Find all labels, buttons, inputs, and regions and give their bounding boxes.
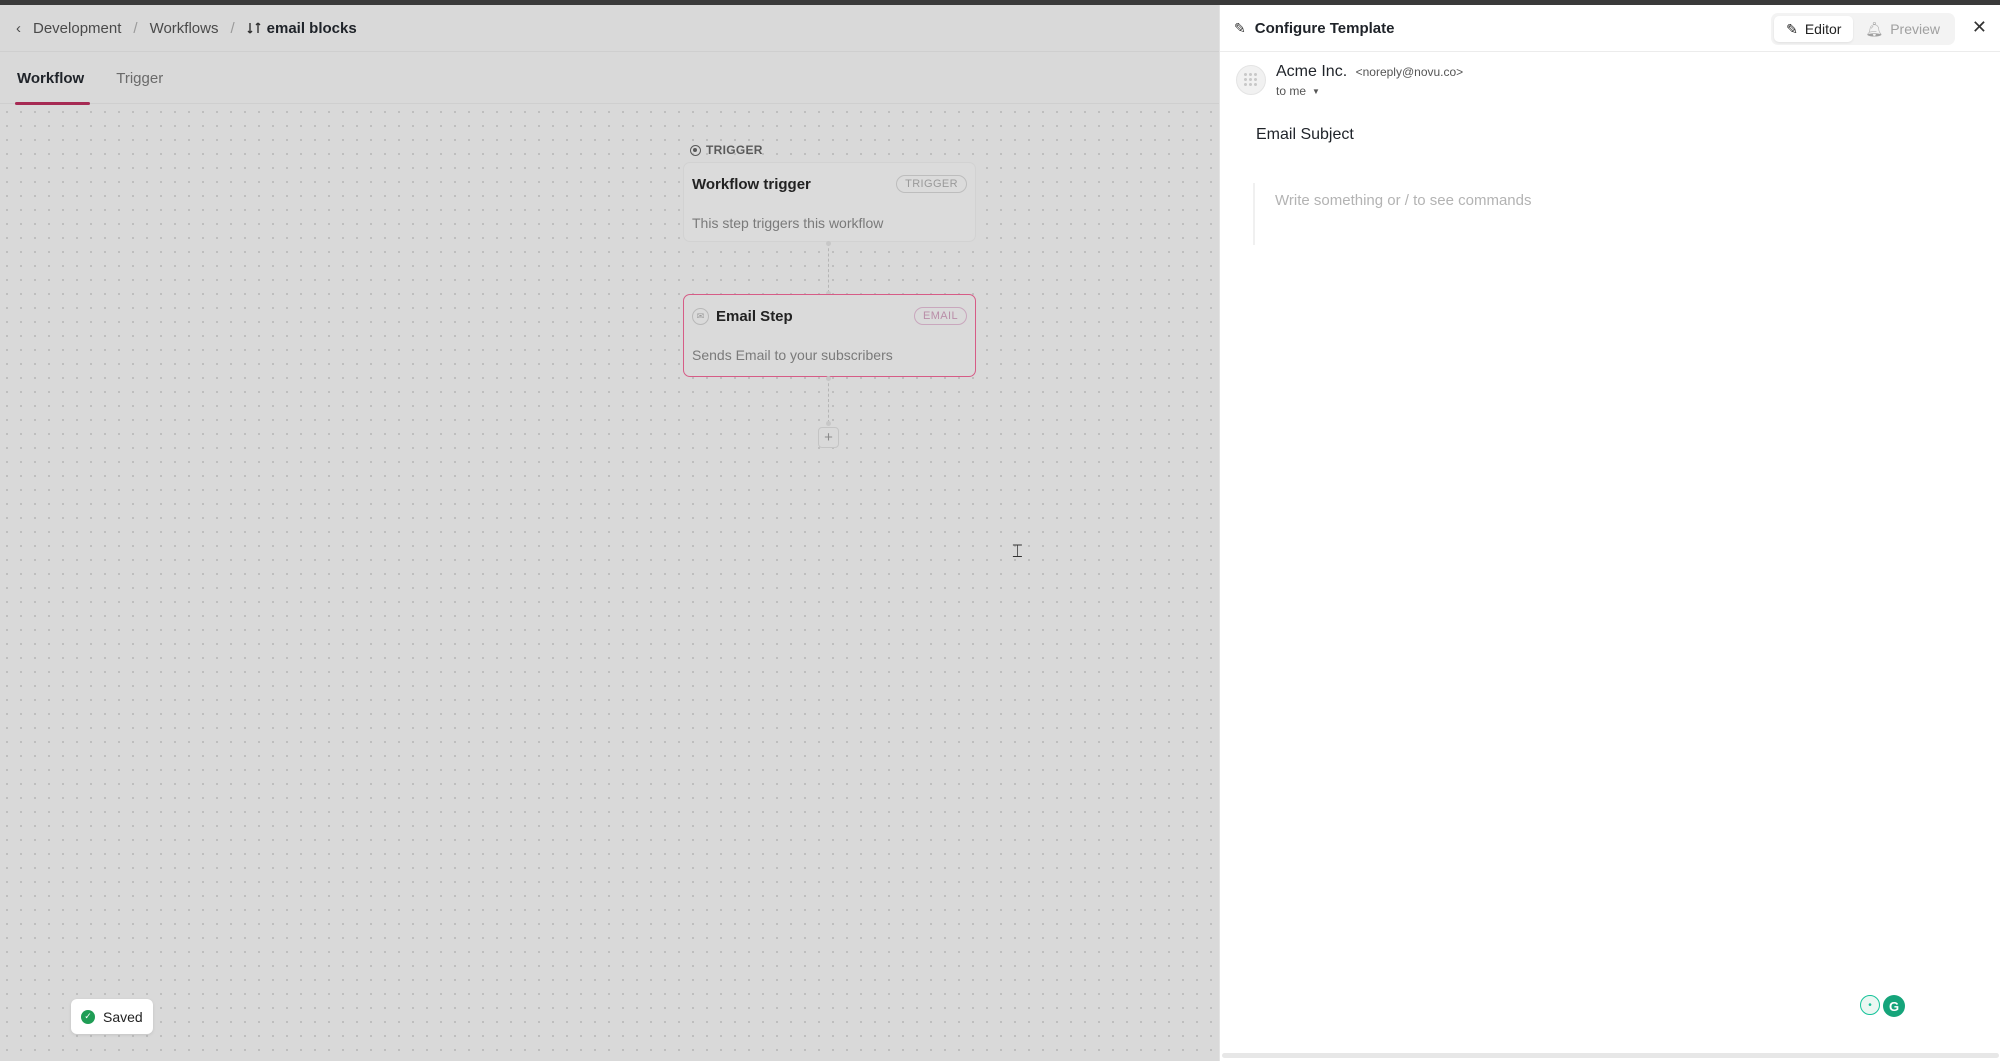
workflow-canvas[interactable] xyxy=(0,105,1219,1061)
breadcrumb-current: email blocks xyxy=(247,20,357,37)
text-cursor-icon: ⌶ xyxy=(1012,541,1023,561)
panel-header: ✎ Configure Template ✎ Editor 🔔︎ Preview… xyxy=(1220,5,2000,52)
panel-title: Configure Template xyxy=(1254,19,1395,37)
connector-dot xyxy=(826,376,831,381)
trigger-section-text: TRIGGER xyxy=(706,143,763,157)
chevron-down-icon: ▼ xyxy=(1312,86,1320,96)
lightbulb-icon[interactable]: • xyxy=(1860,995,1880,1015)
sender-email: <noreply@novu.co> xyxy=(1355,65,1464,79)
preview-tab-label: Preview xyxy=(1890,21,1940,37)
editor-tab-label: Editor xyxy=(1804,21,1842,37)
connector-dot xyxy=(826,241,831,246)
connector-line xyxy=(828,378,829,423)
configure-template-panel: ✎ Configure Template ✎ Editor 🔔︎ Preview… xyxy=(1219,5,2000,1061)
workflow-icon xyxy=(247,22,261,34)
email-step-icon: ✉ xyxy=(692,307,709,325)
email-sender: Acme Inc. <noreply@novu.co> to me ▼ xyxy=(1236,63,1463,98)
email-body-editor[interactable]: Write something or / to see commands xyxy=(1253,183,1973,245)
saved-toast-label: Saved xyxy=(103,1008,143,1025)
check-icon: ✓ xyxy=(81,1009,95,1024)
tab-bar: Workflow Trigger xyxy=(0,52,1219,105)
trigger-node-badge: TRIGGER xyxy=(896,175,967,193)
workflow-area: ‹ Development / Workflows / email blocks… xyxy=(0,5,1219,1061)
horizontal-scrollbar[interactable] xyxy=(1222,1053,1999,1058)
grammarly-icon[interactable]: G xyxy=(1883,995,1905,1017)
breadcrumb-current-label: email blocks xyxy=(266,19,357,37)
email-subject-input[interactable]: Email Subject xyxy=(1256,126,1354,144)
pencil-icon: ✎ xyxy=(1234,19,1246,36)
breadcrumb: ‹ Development / Workflows / email blocks xyxy=(0,5,1219,52)
recipient-label: to me xyxy=(1276,84,1307,98)
close-icon[interactable]: ✕ xyxy=(1972,17,1987,38)
tab-trigger[interactable]: Trigger xyxy=(116,52,163,104)
editor-placeholder: Write something or / to see commands xyxy=(1275,192,1532,209)
breadcrumb-workflows[interactable]: Workflows xyxy=(150,20,219,37)
email-step-node[interactable]: ✉ Email Step EMAIL Sends Email to your s… xyxy=(683,294,976,377)
connector-line xyxy=(828,243,829,293)
trigger-section-label: TRIGGER xyxy=(690,143,763,157)
email-step-description: Sends Email to your subscribers xyxy=(692,347,893,363)
editor-tab-button[interactable]: ✎ Editor xyxy=(1774,16,1854,42)
grammarly-widget[interactable]: • G xyxy=(1860,995,1905,1017)
breadcrumb-development[interactable]: Development xyxy=(33,20,121,37)
trigger-node[interactable]: Workflow trigger TRIGGER This step trigg… xyxy=(683,162,976,242)
tab-workflow[interactable]: Workflow xyxy=(14,52,91,105)
email-step-badge: EMAIL xyxy=(913,307,967,325)
bell-icon: 🔔︎ xyxy=(1865,20,1884,37)
trigger-node-title: Workflow trigger xyxy=(692,175,811,193)
breadcrumb-separator: / xyxy=(230,19,235,37)
email-step-title: Email Step xyxy=(716,307,793,325)
trigger-node-description: This step triggers this workflow xyxy=(692,215,884,231)
editor-icon: ✎ xyxy=(1786,20,1798,37)
breadcrumb-separator: / xyxy=(133,19,138,37)
add-step-button[interactable]: + xyxy=(818,427,839,448)
sender-name: Acme Inc. xyxy=(1276,63,1348,80)
recipient-dropdown[interactable]: to me ▼ xyxy=(1276,84,1463,98)
editor-preview-toggle: ✎ Editor 🔔︎ Preview xyxy=(1771,13,1955,45)
saved-toast: ✓ Saved xyxy=(71,999,153,1034)
trigger-icon xyxy=(690,144,701,156)
preview-tab-button[interactable]: 🔔︎ Preview xyxy=(1853,16,1952,42)
avatar xyxy=(1236,65,1266,95)
connector-dot xyxy=(826,421,831,426)
chevron-left-icon[interactable]: ‹ xyxy=(16,20,21,37)
